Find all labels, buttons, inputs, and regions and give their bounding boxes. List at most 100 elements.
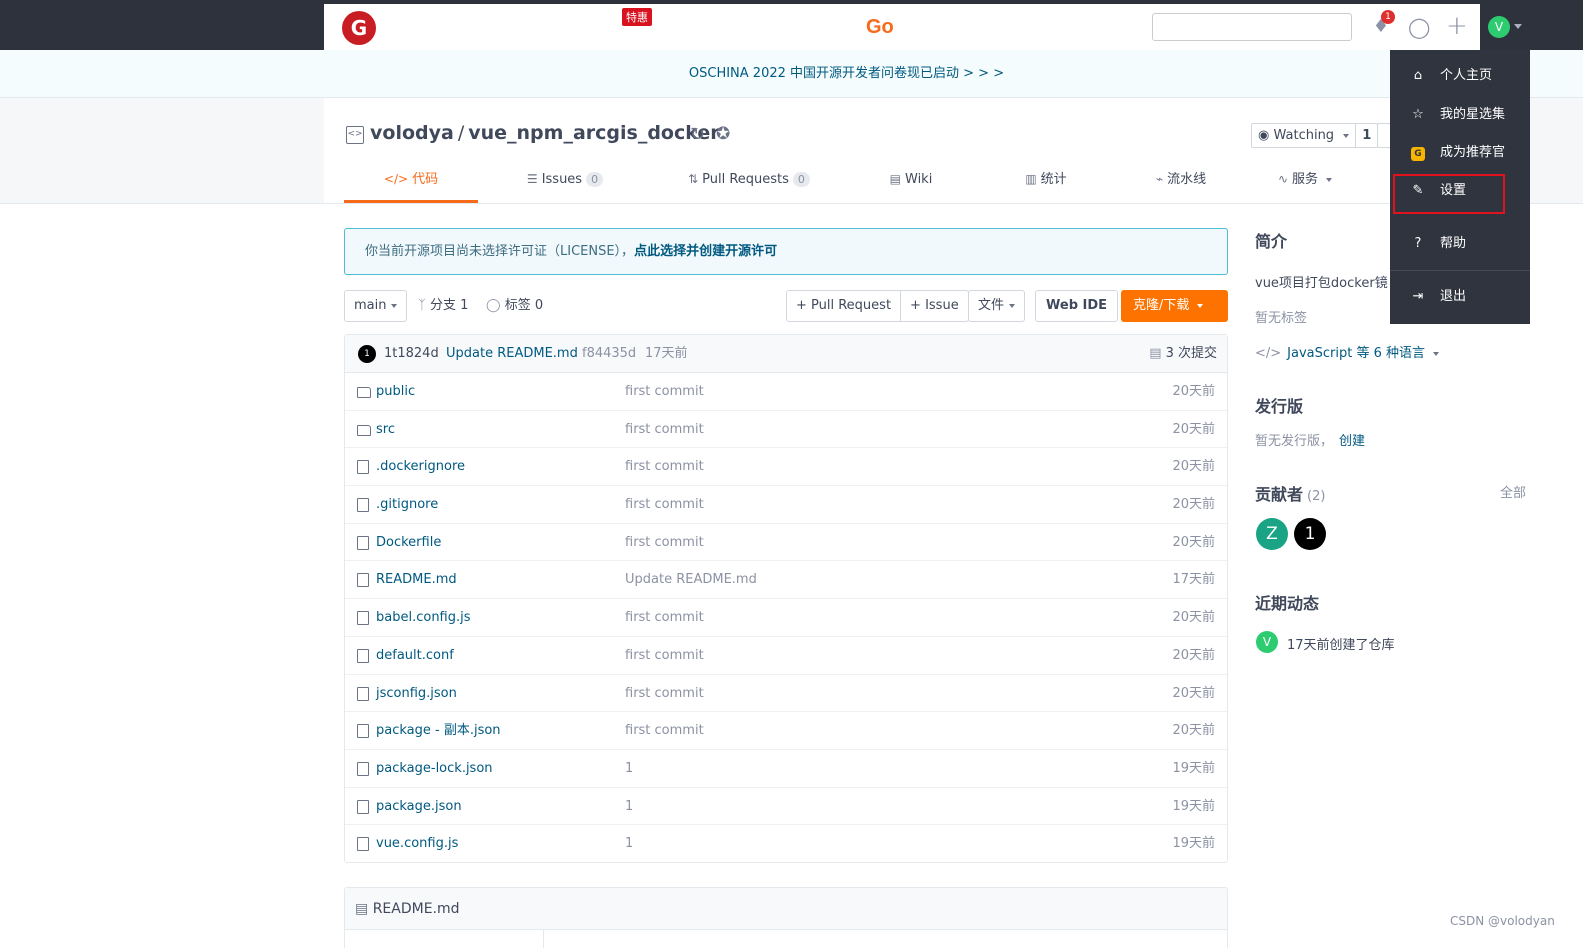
user-avatar[interactable]: V	[1488, 16, 1510, 38]
new-pull-request-button[interactable]: + Pull Request	[787, 291, 900, 321]
file-name-link[interactable]: README.md	[376, 561, 457, 598]
file-commit-message[interactable]: first commit	[625, 524, 704, 561]
branch-count-link[interactable]: ᛉ 分支 1	[418, 290, 468, 322]
file-menu-button[interactable]: 文件	[968, 290, 1026, 322]
file-row[interactable]: public first commit 20天前	[345, 373, 1227, 411]
contributor-avatar[interactable]: 1	[1294, 518, 1326, 550]
announcement-link[interactable]: OSCHINA 2022 中国开源开发者问卷现已启动 > > >	[689, 66, 1004, 81]
file-row[interactable]: src first commit 20天前	[345, 411, 1227, 449]
activity-avatar[interactable]: V	[1256, 631, 1278, 653]
tab-issues[interactable]: ☰ Issues 0	[478, 164, 652, 203]
file-name-link[interactable]: babel.config.js	[376, 599, 471, 636]
go-promo-link[interactable]: Go	[866, 16, 894, 39]
logout-icon: ⇥	[1412, 289, 1424, 304]
web-ide-button[interactable]: Web IDE	[1035, 290, 1119, 322]
repo-name-link[interactable]: vue_npm_arcgis_docker	[468, 122, 719, 144]
watch-count[interactable]: 1	[1355, 124, 1377, 147]
file-row[interactable]: .dockerignore first commit 20天前	[345, 448, 1227, 487]
file-name-link[interactable]: public	[376, 373, 415, 410]
file-name-link[interactable]: .gitignore	[376, 486, 438, 523]
gitee-logo[interactable]: G	[342, 11, 376, 45]
file-commit-message[interactable]: first commit	[625, 448, 704, 485]
menu-item-label: 退出	[1440, 289, 1467, 304]
tab-services[interactable]: ∿ 服务	[1246, 164, 1364, 203]
file-commit-message[interactable]: first commit	[625, 675, 704, 712]
chevron-down-icon	[1514, 24, 1522, 29]
all-contributors-link[interactable]: 全部	[1500, 482, 1526, 501]
pr-count-badge: 0	[792, 172, 810, 187]
file-name-link[interactable]: package - 副本.json	[376, 712, 501, 749]
no-release-text: 暂无发行版，	[1255, 434, 1334, 449]
file-icon: ▤	[355, 901, 369, 917]
new-issue-button[interactable]: + Issue	[900, 291, 968, 321]
menu-item-profile[interactable]: ⌂ 个人主页	[1390, 59, 1530, 93]
tab-stats[interactable]: ▥ 统计	[976, 164, 1116, 203]
chevron-down-icon	[1433, 351, 1440, 356]
file-list: public first commit 20天前 src first commit 20天…	[345, 373, 1227, 863]
tab-pull-requests[interactable]: ⇅ Pull Requests 0	[652, 164, 846, 203]
clone-download-button[interactable]: 克隆/下载	[1121, 290, 1228, 322]
branch-select[interactable]: main	[344, 290, 408, 322]
commit-sha[interactable]: f84435d	[582, 335, 636, 373]
file-name-link[interactable]: default.conf	[376, 637, 454, 674]
search-input[interactable]	[1152, 13, 1352, 41]
file-row[interactable]: README.md Update README.md 17天前	[345, 561, 1227, 600]
create-license-link[interactable]: 点此选择并创建开源许可	[634, 244, 777, 259]
file-commit-message[interactable]: first commit	[625, 486, 704, 523]
menu-item-logout[interactable]: ⇥ 退出	[1390, 280, 1530, 314]
issues-count-badge: 0	[586, 172, 604, 187]
tab-code[interactable]: </> 代码	[344, 164, 478, 203]
commit-author-avatar[interactable]: 1	[358, 345, 376, 363]
file-row[interactable]: vue.config.js 1 19天前	[345, 825, 1227, 863]
user-menu-toggle[interactable]: V	[1480, 4, 1530, 50]
language-link[interactable]: JavaScript 等 6 种语言	[1287, 346, 1425, 361]
create-release-link[interactable]: 创建	[1339, 434, 1365, 449]
file-name-link[interactable]: src	[376, 411, 395, 448]
file-row[interactable]: package-lock.json 1 19天前	[345, 750, 1227, 788]
file-name-link[interactable]: package.json	[376, 788, 462, 825]
file-name-link[interactable]: package-lock.json	[376, 750, 493, 787]
file-row[interactable]: Dockerfile first commit 20天前	[345, 524, 1227, 562]
file-row[interactable]: default.conf first commit 20天前	[345, 637, 1227, 675]
file-row[interactable]: jsconfig.json first commit 20天前	[345, 675, 1227, 713]
file-commit-message[interactable]: first commit	[625, 637, 704, 674]
file-name-link[interactable]: .dockerignore	[376, 448, 465, 485]
file-row[interactable]: .gitignore first commit 20天前	[345, 486, 1227, 524]
menu-item-recommender[interactable]: G 成为推荐官	[1390, 136, 1530, 170]
award-icon[interactable]: ✪	[716, 124, 730, 144]
menu-item-starred[interactable]: ☆ 我的星选集	[1390, 98, 1530, 132]
file-time: 20天前	[1172, 647, 1215, 663]
tag-count-link[interactable]: ◯ 标签 0	[486, 290, 543, 322]
file-name-link[interactable]: Dockerfile	[376, 524, 441, 561]
file-name-link[interactable]: jsconfig.json	[376, 675, 457, 712]
star-button[interactable]	[1377, 123, 1391, 148]
file-icon	[357, 498, 369, 513]
commit-author[interactable]: 1t1824d	[384, 335, 439, 373]
file-commit-message[interactable]: first commit	[625, 373, 704, 410]
contributor-avatar[interactable]: Z	[1256, 518, 1288, 550]
promo-badge[interactable]: 特惠	[622, 8, 652, 26]
watch-button[interactable]: ◉ Watching 1	[1251, 123, 1379, 148]
file-name-link[interactable]: vue.config.js	[376, 825, 458, 862]
file-row[interactable]: babel.config.js first commit 20天前	[345, 599, 1227, 637]
file-commit-message[interactable]: 1	[625, 750, 633, 787]
plus-icon[interactable]: +	[1446, 11, 1468, 41]
commit-message-link[interactable]: Update README.md	[446, 335, 578, 373]
lightbulb-icon[interactable]: ◯	[1408, 15, 1430, 39]
file-commit-message[interactable]: 1	[625, 825, 633, 862]
file-row[interactable]: package - 副本.json first commit 20天前	[345, 712, 1227, 750]
file-commit-message[interactable]: first commit	[625, 411, 704, 448]
file-commit-message[interactable]: 1	[625, 788, 633, 825]
repo-owner-link[interactable]: volodya	[370, 122, 454, 144]
file-commit-message[interactable]: first commit	[625, 712, 704, 749]
commit-count-link[interactable]: ▤ 3 次提交	[1149, 335, 1217, 373]
contributors-heading: 贡献者 (2)	[1255, 481, 1325, 505]
file-row[interactable]: package.json 1 19天前	[345, 788, 1227, 826]
tab-pipeline[interactable]: ⌁ 流水线	[1116, 164, 1246, 203]
file-commit-message[interactable]: Update README.md	[625, 561, 757, 598]
file-commit-message[interactable]: first commit	[625, 599, 704, 636]
menu-item-help[interactable]: ? 帮助	[1390, 227, 1530, 261]
file-icon	[357, 761, 369, 776]
tab-wiki[interactable]: ▤ Wiki	[846, 164, 976, 203]
sync-icon[interactable]: ↻	[690, 124, 705, 145]
